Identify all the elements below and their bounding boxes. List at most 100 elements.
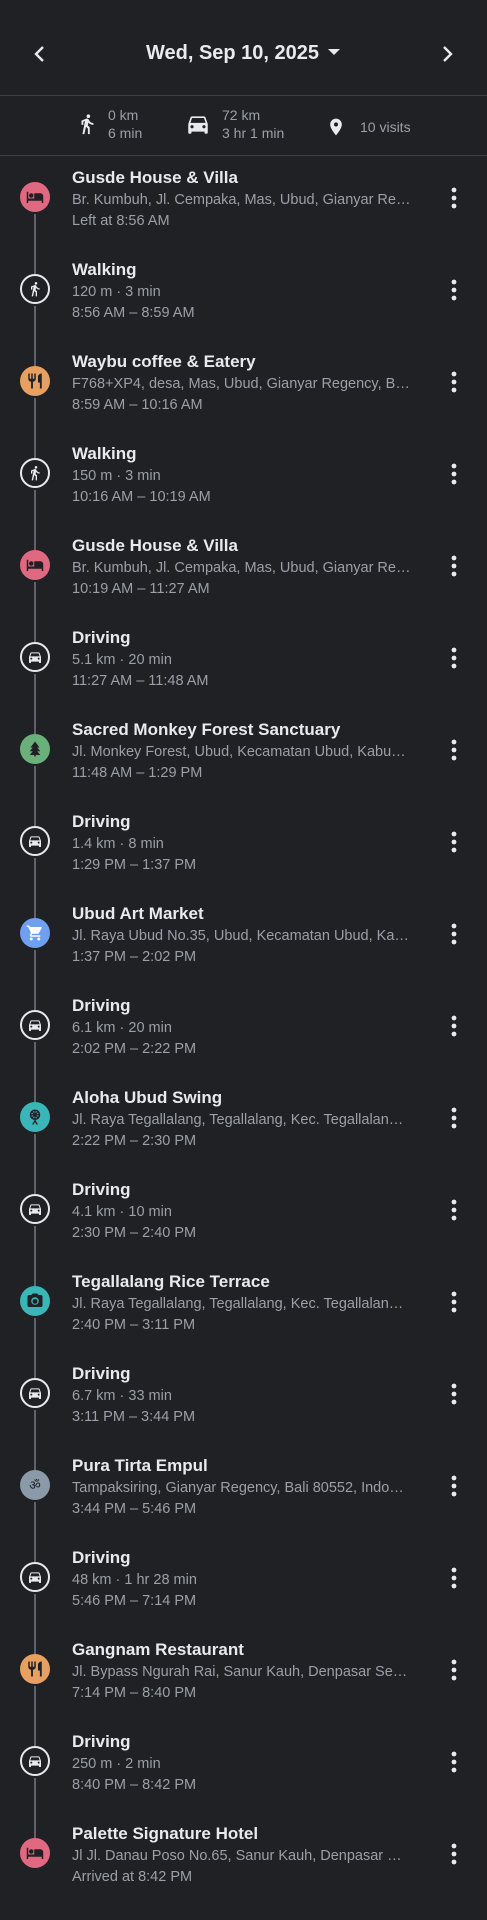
timeline-place-item[interactable]: ॐ Pura Tirta Empul Tampaksiring, Gianyar R…: [0, 1444, 487, 1562]
timeline-activity-item[interactable]: Walking 120 m · 3 min 8:56 AM – 8:59 AM: [0, 248, 487, 366]
amusement-park-icon: [20, 1102, 50, 1132]
item-title: Gusde House & Villa: [72, 536, 238, 555]
bed-icon: [20, 1838, 50, 1868]
item-time-range: 5:46 PM – 7:14 PM: [72, 1593, 197, 1609]
item-title: Ubud Art Market: [72, 904, 204, 923]
item-address: F768+XP4, desa, Mas, Ubud, Gianyar Regen…: [72, 376, 410, 392]
visits-count: 10 visits: [360, 119, 411, 135]
timeline-activity-item[interactable]: Driving 4.1 km · 10 min 2:30 PM – 2:40 PM: [0, 1168, 487, 1286]
more-options-button[interactable]: [439, 273, 469, 307]
timeline-activity-item[interactable]: Driving 1.4 km · 8 min 1:29 PM – 1:37 PM: [0, 800, 487, 918]
item-time-range: 1:29 PM – 1:37 PM: [72, 857, 197, 873]
item-time-range: 8:40 PM – 8:42 PM: [72, 1777, 197, 1793]
more-options-button[interactable]: [439, 549, 469, 583]
timeline-place-item[interactable]: Gangnam Restaurant Jl. Bypass Ngurah Rai,…: [0, 1628, 487, 1746]
timeline-activity-item[interactable]: Driving 6.7 km · 33 min 3:11 PM – 3:44 PM: [0, 1352, 487, 1470]
svg-text:ॐ: ॐ: [29, 1479, 41, 1494]
item-address: Br. Kumbuh, Jl. Cempaka, Mas, Ubud, Gian…: [72, 192, 411, 208]
timeline-place-item[interactable]: Waybu coffee & Eatery F768+XP4, desa, Mas…: [0, 340, 487, 458]
item-title: Palette Signature Hotel: [72, 1824, 259, 1843]
car-icon: [20, 1194, 50, 1224]
date-selector[interactable]: Wed, Sep 10, 2025: [0, 42, 487, 65]
item-title: Sacred Monkey Forest Sanctuary: [72, 720, 341, 739]
more-options-button[interactable]: [439, 1469, 469, 1503]
more-options-button[interactable]: [439, 365, 469, 399]
more-options-button[interactable]: [439, 457, 469, 491]
more-options-button[interactable]: [439, 1101, 469, 1135]
timeline-activity-item[interactable]: Driving 48 km · 1 hr 28 min 5:46 PM – 7:14…: [0, 1536, 487, 1654]
item-time-range: 10:16 AM – 10:19 AM: [72, 489, 211, 505]
item-distance-duration: 1.4 km · 8 min: [72, 836, 164, 852]
more-options-button[interactable]: [439, 1009, 469, 1043]
more-options-button[interactable]: [439, 1377, 469, 1411]
car-icon: [20, 1746, 50, 1776]
item-time-range: Left at 8:56 AM: [72, 213, 170, 229]
timeline-place-item[interactable]: Tegallalang Rice Terrace Jl. Raya Tegalla…: [0, 1260, 487, 1378]
item-title: Driving: [72, 996, 131, 1015]
more-options-button[interactable]: [439, 641, 469, 675]
date-label: Wed, Sep 10, 2025: [145, 42, 320, 64]
car-icon: [20, 826, 50, 856]
item-time-range: 2:40 PM – 3:11 PM: [72, 1317, 196, 1333]
more-options-button[interactable]: [439, 1285, 469, 1319]
item-distance-duration: 6.1 km · 20 min: [72, 1020, 172, 1036]
timeline-place-item[interactable]: Gusde House & Villa Br. Kumbuh, Jl. Cempa…: [0, 524, 487, 642]
item-time-range: 2:22 PM – 2:30 PM: [72, 1133, 197, 1149]
restaurant-icon: [20, 1654, 50, 1684]
item-time-range: 7:14 PM – 8:40 PM: [72, 1685, 197, 1701]
item-address: Jl. Raya Tegallalang, Tegallalang, Kec. …: [72, 1112, 404, 1128]
item-title: Driving: [72, 1548, 131, 1567]
car-icon: [20, 642, 50, 672]
item-address: Jl. Raya Ubud No.35, Ubud, Kecamatan Ubu…: [72, 928, 409, 944]
restaurant-icon: [20, 366, 50, 396]
driving-duration: 3 hr 1 min: [222, 125, 285, 141]
item-distance-duration: 4.1 km · 10 min: [72, 1204, 172, 1220]
item-title: Tegallalang Rice Terrace: [72, 1272, 270, 1291]
item-title: Aloha Ubud Swing: [72, 1088, 223, 1107]
more-vert-icon: [451, 923, 457, 945]
next-day-button[interactable]: [429, 36, 465, 72]
camera-icon: [20, 1286, 50, 1316]
item-distance-duration: 48 km · 1 hr 28 min: [72, 1572, 197, 1588]
item-address: Jl. Bypass Ngurah Rai, Sanur Kauh, Denpa…: [72, 1664, 408, 1680]
om-icon: ॐ: [20, 1470, 50, 1500]
timeline-place-item[interactable]: Ubud Art Market Jl. Raya Ubud No.35, Ubud…: [0, 892, 487, 1010]
more-options-button[interactable]: [439, 733, 469, 767]
timeline-place-item[interactable]: Aloha Ubud Swing Jl. Raya Tegallalang, Te…: [0, 1076, 487, 1194]
bed-icon: [20, 550, 50, 580]
item-time-range: 2:02 PM – 2:22 PM: [72, 1041, 197, 1057]
more-vert-icon: [451, 1199, 457, 1221]
more-options-button[interactable]: [439, 1561, 469, 1595]
item-time-range: 11:48 AM – 1:29 PM: [72, 765, 203, 781]
car-icon: [20, 1562, 50, 1592]
timeline-place-item[interactable]: Gusde House & Villa Br. Kumbuh, Jl. Cempa…: [0, 156, 487, 274]
item-time-range: 10:19 AM – 11:27 AM: [72, 581, 210, 597]
timeline-place-item[interactable]: Sacred Monkey Forest Sanctuary Jl. Monkey…: [0, 708, 487, 826]
more-options-button[interactable]: [439, 1193, 469, 1227]
header: Wed, Sep 10, 2025: [0, 0, 487, 96]
car-icon: [20, 1010, 50, 1040]
item-distance-duration: 6.7 km · 33 min: [72, 1388, 172, 1404]
timeline-activity-item[interactable]: Walking 150 m · 3 min 10:16 AM – 10:19 AM: [0, 432, 487, 550]
timeline-activity-item[interactable]: Driving 250 m · 2 min 8:40 PM – 8:42 PM: [0, 1720, 487, 1838]
more-vert-icon: [451, 371, 457, 393]
timeline-place-item[interactable]: Palette Signature Hotel Jl Jl. Danau Poso…: [0, 1812, 487, 1904]
item-title: Driving: [72, 1732, 131, 1751]
shopping-cart-icon: [20, 918, 50, 948]
more-options-button[interactable]: [439, 825, 469, 859]
more-vert-icon: [451, 1291, 457, 1313]
more-options-button[interactable]: [439, 1653, 469, 1687]
item-address: Jl. Raya Tegallalang, Tegallalang, Kec. …: [72, 1296, 404, 1312]
more-options-button[interactable]: [439, 917, 469, 951]
more-options-button[interactable]: [439, 181, 469, 215]
item-title: Driving: [72, 1180, 131, 1199]
item-time-range: 11:27 AM – 11:48 AM: [72, 673, 209, 689]
more-vert-icon: [451, 1659, 457, 1681]
more-vert-icon: [451, 739, 457, 761]
item-time-range: 2:30 PM – 2:40 PM: [72, 1225, 197, 1241]
item-time-range: 8:59 AM – 10:16 AM: [72, 397, 203, 413]
more-options-button[interactable]: [439, 1745, 469, 1779]
timeline-activity-item[interactable]: Driving 6.1 km · 20 min 2:02 PM – 2:22 PM: [0, 984, 487, 1102]
timeline-activity-item[interactable]: Driving 5.1 km · 20 min 11:27 AM – 11:48 A…: [0, 616, 487, 734]
more-options-button[interactable]: [439, 1837, 469, 1871]
